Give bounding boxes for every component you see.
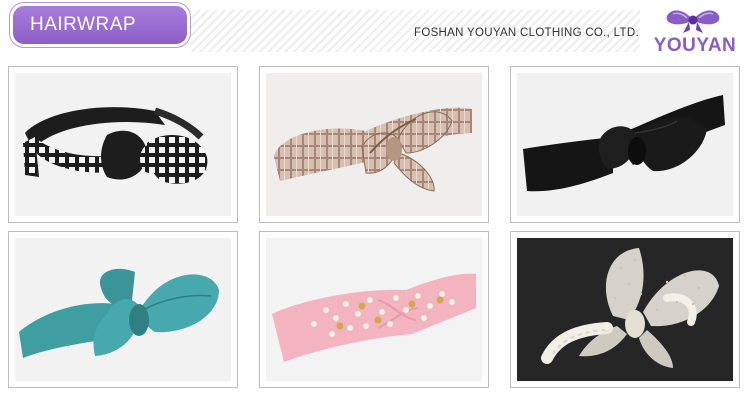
product-photo [517, 238, 733, 381]
brand-logo: YOUYAN [645, 6, 745, 60]
product-photo [15, 73, 231, 216]
product-tile-2[interactable] [259, 66, 489, 223]
product-tile-6[interactable] [510, 231, 740, 388]
white-tulle-bow-headband-image [517, 238, 733, 381]
black-bow-headband-image [517, 73, 733, 216]
product-photo [15, 238, 231, 381]
category-title: HAIRWRAP [30, 14, 137, 35]
product-tile-5[interactable] [259, 231, 489, 388]
product-photo [266, 238, 482, 381]
product-photo [266, 73, 482, 216]
company-name: FOSHAN YOUYAN CLOTHING CO., LTD. [414, 27, 639, 39]
beige-plaid-bow-headband-image [266, 73, 482, 216]
pink-pearl-headband-image [266, 238, 482, 381]
logo-wordmark: YOUYAN [653, 35, 737, 56]
product-tile-1[interactable] [8, 66, 238, 223]
bow-logo-icon [666, 10, 720, 33]
category-badge: HAIRWRAP [10, 3, 190, 47]
teal-bow-headband-image [15, 238, 231, 381]
product-tile-3[interactable] [510, 66, 740, 223]
product-photo [517, 73, 733, 216]
product-tile-4[interactable] [8, 231, 238, 388]
black-plaid-bow-headband-image [15, 73, 231, 216]
